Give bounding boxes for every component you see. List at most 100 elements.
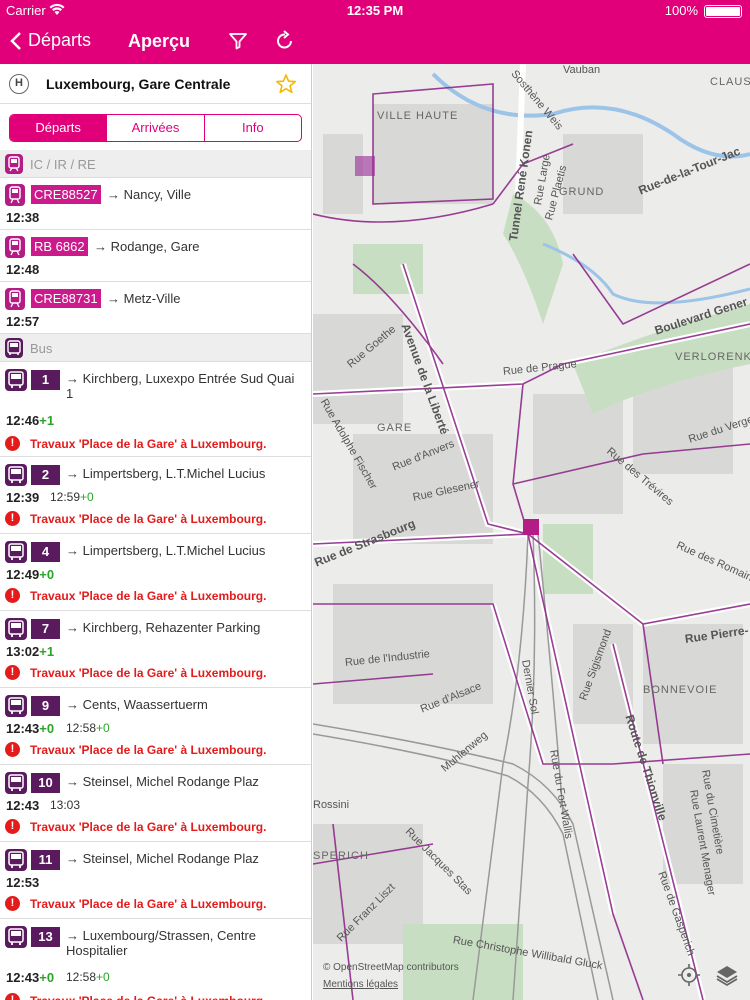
map-street-label: Rossini: [313, 799, 350, 811]
line-badge: 9: [31, 696, 60, 716]
departure-time: 12:46+1: [6, 413, 54, 428]
delay: +0: [39, 721, 55, 736]
departure-row[interactable]: 13 → Luxembourg/Strassen, Centre Hospital…: [0, 919, 311, 1000]
realtime-time: 13:03: [50, 798, 80, 812]
line-badge: CRE88731: [31, 289, 101, 308]
notice-text: Travaux 'Place de la Gare' à Luxembourg.: [30, 588, 267, 603]
departure-row[interactable]: CRE88731 → Metz-Ville 12:57: [0, 282, 311, 334]
departure-time: 12:43+0: [6, 970, 54, 985]
departure-row[interactable]: 9 → Cents, Waassertuerm 12:43+0 12:58 +0! Tra…: [0, 688, 311, 765]
section-train-header: IC / IR / RE: [0, 150, 311, 178]
segmented-control: Départs Arrivées Info: [0, 104, 311, 150]
notice-text: Travaux 'Place de la Gare' à Luxembourg.: [30, 742, 267, 757]
notice-text: Travaux 'Place de la Gare' à Luxembourg.: [30, 896, 267, 911]
battery-icon: [704, 5, 742, 18]
line-badge: 13: [31, 927, 60, 947]
departure-time: 12:53: [6, 875, 39, 890]
departures-panel: H Luxembourg, Gare Centrale Départs Arri…: [0, 64, 312, 1000]
departure-time: 12:43: [6, 798, 39, 813]
departure-row[interactable]: RB 6862 → Rodange, Gare 12:48: [0, 230, 311, 282]
alert-icon: !: [5, 436, 20, 451]
notice-text: Travaux 'Place de la Gare' à Luxembourg.: [30, 819, 267, 834]
line-badge: RB 6862: [31, 237, 88, 256]
departure-row[interactable]: 7 → Kirchberg, Rehazenter Parking 13:02+1!…: [0, 611, 311, 688]
scheduled-time: 12:43: [6, 970, 40, 985]
nav-title: Aperçu: [128, 31, 191, 51]
filter-button[interactable]: [228, 31, 248, 56]
back-label: Départs: [28, 30, 92, 50]
bus-icon: [5, 464, 27, 486]
departure-time: 12:43+0: [6, 721, 54, 736]
chevron-left-icon: [10, 31, 21, 50]
disruption-notice[interactable]: ! Travaux 'Place de la Gare' à Luxembourg…: [5, 819, 266, 834]
disruption-notice[interactable]: ! Travaux 'Place de la Gare' à Luxembourg…: [5, 896, 266, 911]
departure-row[interactable]: 11 → Steinsel, Michel Rodange Plaz 12:53! T…: [0, 842, 311, 919]
favorite-star-icon[interactable]: [275, 73, 297, 100]
destination: → Nancy, Ville: [107, 187, 192, 202]
departure-row[interactable]: 4 → Limpertsberg, L.T.Michel Lucius 12:49+…: [0, 534, 311, 611]
disruption-notice[interactable]: ! Travaux 'Place de la Gare' à Luxembourg…: [5, 588, 266, 603]
alert-icon: !: [5, 742, 20, 757]
notice-text: Travaux 'Place de la Gare' à Luxembourg.: [30, 511, 267, 526]
realtime-time: 12:58+0: [66, 970, 110, 984]
locate-me-icon[interactable]: [676, 962, 702, 988]
map-attribution: © OpenStreetMap contributors: [323, 962, 459, 973]
bus-icon: [5, 541, 27, 563]
departure-row[interactable]: CRE88527 → Nancy, Ville 12:38: [0, 178, 311, 230]
destination: → Metz-Ville: [107, 291, 181, 306]
notice-text: Travaux 'Place de la Gare' à Luxembourg.: [30, 994, 266, 1000]
departure-row[interactable]: 1 → Kirchberg, Luxexpo Entrée Sud Quai 1 1…: [0, 362, 311, 457]
delay: +1: [39, 644, 55, 659]
disruption-notice[interactable]: ! Travaux 'Place de la Gare' à Luxembourg…: [5, 436, 266, 451]
realtime-value: 12:59: [50, 490, 81, 504]
legal-link[interactable]: Mentions légales: [323, 979, 398, 990]
bus-icon: [5, 849, 27, 871]
scheduled-time: 12:53: [6, 875, 40, 890]
realtime-delay: +0: [96, 970, 110, 984]
refresh-button[interactable]: [274, 30, 296, 57]
delay: +0: [39, 970, 55, 985]
disruption-notice[interactable]: ! Travaux 'Place de la Gare' à Luxembourg…: [5, 993, 266, 1000]
departure-time: 12:49+0: [6, 567, 54, 582]
layers-icon[interactable]: [714, 962, 740, 988]
destination: → Kirchberg, Luxexpo Entrée Sud Quai 1: [66, 371, 295, 401]
map-district-label: VILLE HAUTE: [377, 110, 459, 122]
back-button[interactable]: Départs: [10, 30, 91, 51]
departure-row[interactable]: 10 → Steinsel, Michel Rodange Plaz 12:43 13…: [0, 765, 311, 842]
bus-icon: [5, 926, 27, 948]
tab-departures[interactable]: Départs: [10, 115, 107, 141]
line-badge: 7: [31, 619, 60, 639]
departure-time: 12:48: [6, 262, 40, 277]
departure-time: 12:57: [6, 314, 40, 329]
destination: → Steinsel, Michel Rodange Plaz: [66, 774, 259, 789]
disruption-notice[interactable]: ! Travaux 'Place de la Gare' à Luxembourg…: [5, 742, 266, 757]
disruption-notice[interactable]: ! Travaux 'Place de la Gare' à Luxembourg…: [5, 511, 266, 526]
bus-departures-list: 1 → Kirchberg, Luxexpo Entrée Sud Quai 1 1…: [0, 362, 311, 1000]
map-view[interactable]: VILLE HAUTE GRUND CLAUS VERLORENK GARE B…: [313, 64, 750, 1000]
destination: → Cents, Waassertuerm: [66, 697, 208, 712]
scheduled-time: 12:39: [6, 490, 40, 505]
departure-time: 12:38: [6, 210, 40, 225]
disruption-notice[interactable]: ! Travaux 'Place de la Gare' à Luxembourg…: [5, 665, 266, 680]
destination: → Limpertsberg, L.T.Michel Lucius: [66, 543, 266, 558]
tab-arrivals[interactable]: Arrivées: [106, 115, 203, 141]
train-icon: [5, 154, 23, 174]
train-icon: [5, 236, 25, 258]
notice-text: Travaux 'Place de la Gare' à Luxembourg.: [30, 436, 267, 451]
tab-info[interactable]: Info: [203, 115, 301, 141]
realtime-value: 12:58: [66, 721, 97, 735]
section-bus-header: Bus: [0, 334, 311, 362]
alert-icon: !: [5, 511, 20, 526]
status-bar: Carrier 12:35 PM 100%: [0, 0, 750, 22]
delay: +0: [39, 567, 55, 582]
bus-icon: [5, 772, 27, 794]
bus-icon: [5, 338, 23, 358]
alert-icon: !: [5, 993, 20, 1000]
realtime-time: 12:59+0: [50, 490, 94, 504]
train-icon: [5, 184, 25, 206]
alert-icon: !: [5, 665, 20, 680]
map-district-label: GRUND: [559, 186, 605, 198]
destination: → Luxembourg/Strassen, Centre Hospitalie…: [66, 928, 257, 958]
departure-row[interactable]: 2 → Limpertsberg, L.T.Michel Lucius 12:39 1…: [0, 457, 311, 534]
map-district-label: SPERICH: [313, 850, 369, 862]
